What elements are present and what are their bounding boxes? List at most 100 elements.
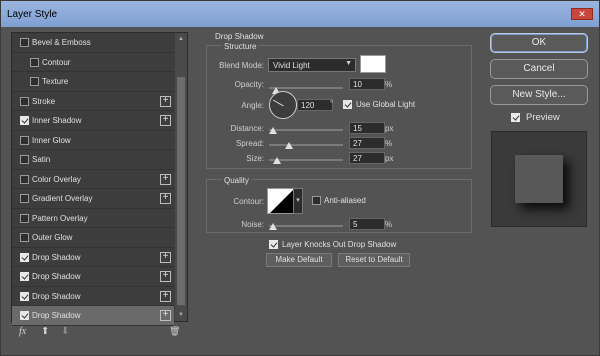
- add-style-icon[interactable]: +: [160, 251, 171, 263]
- styles-scrollbar[interactable]: ▲ ▼: [175, 33, 187, 321]
- style-checkbox[interactable]: [20, 194, 29, 203]
- style-checkbox[interactable]: [20, 272, 29, 281]
- noise-input[interactable]: 5: [349, 218, 385, 230]
- use-global-light-checkbox[interactable]: [343, 100, 352, 109]
- style-label: Drop Shadow: [32, 272, 81, 281]
- add-style-icon[interactable]: +: [160, 193, 171, 204]
- style-item[interactable]: Contour: [12, 53, 174, 72]
- style-item[interactable]: Outer Glow: [12, 228, 174, 248]
- scroll-thumb[interactable]: [177, 77, 185, 305]
- preview-label: Preview: [526, 112, 560, 123]
- style-item[interactable]: Pattern Overlay: [12, 209, 174, 228]
- style-checkbox[interactable]: [20, 135, 29, 145]
- title-bar[interactable]: Layer Style ✕: [1, 1, 599, 27]
- spread-slider-track[interactable]: [269, 144, 343, 146]
- window-title: Layer Style: [7, 9, 58, 20]
- distance-input[interactable]: 15: [349, 122, 385, 134]
- style-label: Pattern Overlay: [32, 213, 88, 223]
- style-label: Stroke: [32, 96, 56, 106]
- add-style-icon[interactable]: +: [160, 290, 171, 302]
- make-default-button[interactable]: Make Default: [266, 253, 332, 267]
- angle-input[interactable]: 120: [297, 99, 333, 111]
- add-style-icon[interactable]: +: [160, 173, 171, 185]
- layer-style-dialog: Layer Style ✕ Bevel & Emboss Contour Textu…: [0, 0, 600, 356]
- opacity-label: Opacity:: [234, 80, 264, 89]
- spread-label: Spread:: [235, 139, 264, 148]
- style-checkbox[interactable]: [20, 311, 29, 320]
- preview-square: [515, 155, 563, 203]
- close-button[interactable]: ✕: [571, 8, 593, 20]
- style-label: Drop Shadow: [32, 311, 81, 320]
- angle-unit: °: [330, 99, 334, 108]
- new-style-button[interactable]: New Style...: [490, 85, 588, 105]
- size-slider-thumb[interactable]: [273, 157, 282, 164]
- distance-unit: px: [385, 124, 394, 133]
- reset-default-button[interactable]: Reset to Default: [338, 253, 410, 267]
- style-item[interactable]: Bevel & Emboss: [12, 33, 174, 53]
- distance-slider-thumb[interactable]: [268, 127, 277, 134]
- contour-label: Contour:: [233, 197, 264, 206]
- style-checkbox[interactable]: [20, 174, 29, 184]
- style-checkbox[interactable]: [20, 213, 29, 223]
- scroll-up-icon[interactable]: ▲: [178, 36, 184, 42]
- move-up-icon[interactable]: ⬆: [41, 326, 49, 337]
- style-label: Inner Glow: [32, 135, 71, 145]
- style-label: Color Overlay: [32, 174, 81, 184]
- style-item[interactable]: Drop Shadow +: [12, 248, 174, 267]
- noise-label: Noise:: [241, 220, 264, 229]
- style-item[interactable]: Texture: [12, 72, 174, 92]
- opacity-input[interactable]: 10: [349, 78, 385, 90]
- anti-aliased-checkbox[interactable]: [312, 196, 321, 205]
- contour-preview[interactable]: [267, 188, 295, 214]
- trash-icon[interactable]: 🗑: [169, 326, 180, 337]
- blend-mode-dropdown[interactable]: Vivid Light ▼: [268, 58, 356, 72]
- move-down-icon[interactable]: ⬇: [61, 326, 69, 337]
- style-checkbox[interactable]: [30, 77, 39, 86]
- spread-input[interactable]: 27: [349, 137, 385, 149]
- preview-checkbox[interactable]: [511, 113, 520, 122]
- style-label: Bevel & Emboss: [32, 38, 91, 47]
- style-item[interactable]: Stroke +: [12, 92, 174, 111]
- knocks-out-label: Layer Knocks Out Drop Shadow: [282, 240, 397, 249]
- style-checkbox[interactable]: [20, 116, 29, 125]
- fx-icon[interactable]: fx: [19, 326, 26, 337]
- add-style-icon[interactable]: +: [160, 115, 171, 126]
- scroll-down-icon[interactable]: ▼: [178, 312, 184, 318]
- noise-slider-track[interactable]: [269, 225, 343, 227]
- spread-slider-thumb[interactable]: [284, 142, 293, 149]
- style-checkbox[interactable]: [20, 291, 29, 301]
- style-item[interactable]: Satin: [12, 150, 174, 170]
- size-input[interactable]: 27: [349, 152, 385, 164]
- shadow-color-swatch[interactable]: [360, 55, 386, 73]
- blend-mode-label: Blend Mode:: [219, 61, 264, 70]
- style-item[interactable]: Color Overlay +: [12, 170, 174, 189]
- style-checkbox[interactable]: [20, 252, 29, 262]
- style-checkbox[interactable]: [20, 38, 29, 47]
- contour-dropdown[interactable]: ▾: [293, 188, 303, 214]
- add-style-icon[interactable]: +: [160, 271, 171, 282]
- style-label: Outer Glow: [32, 233, 73, 242]
- angle-dial[interactable]: [269, 91, 297, 119]
- style-checkbox[interactable]: [20, 233, 29, 242]
- style-label: Satin: [32, 155, 51, 164]
- knocks-out-checkbox[interactable]: [269, 240, 278, 249]
- blend-mode-value: Vivid Light: [273, 61, 310, 70]
- noise-slider-thumb[interactable]: [268, 223, 277, 230]
- cancel-button[interactable]: Cancel: [490, 59, 588, 79]
- angle-label: Angle:: [241, 101, 264, 110]
- ok-button[interactable]: OK: [490, 33, 588, 53]
- style-checkbox[interactable]: [30, 57, 39, 67]
- style-label: Drop Shadow: [32, 252, 81, 262]
- style-item[interactable]: Drop Shadow +: [12, 267, 174, 287]
- style-checkbox[interactable]: [20, 155, 29, 164]
- style-item[interactable]: Gradient Overlay +: [12, 189, 174, 209]
- style-checkbox[interactable]: [20, 96, 29, 106]
- add-style-icon[interactable]: +: [160, 95, 171, 107]
- style-label: Gradient Overlay: [32, 194, 93, 203]
- add-style-icon[interactable]: +: [160, 310, 171, 321]
- distance-slider-track[interactable]: [269, 129, 343, 131]
- style-item[interactable]: Inner Shadow +: [12, 111, 174, 131]
- anti-aliased-label: Anti-aliased: [324, 196, 366, 205]
- style-item[interactable]: Drop Shadow +: [12, 287, 174, 306]
- style-item[interactable]: Inner Glow: [12, 131, 174, 150]
